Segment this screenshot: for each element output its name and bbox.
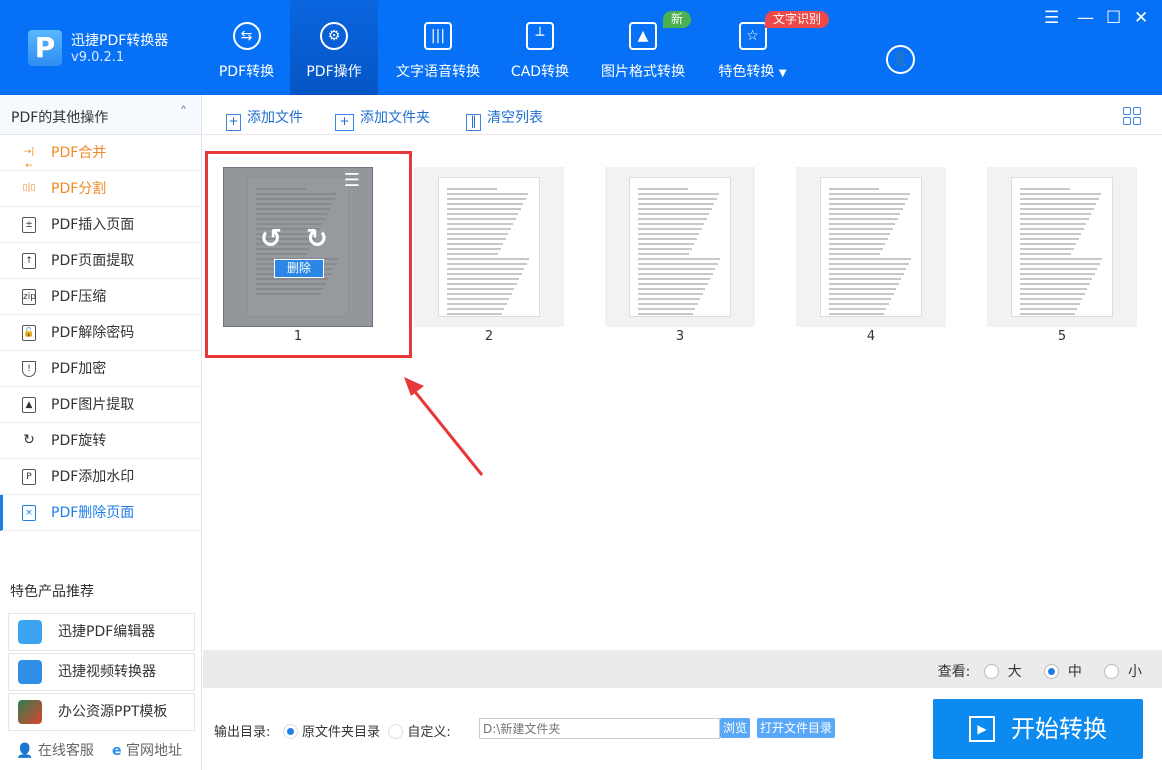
custom-folder-radio[interactable] bbox=[388, 724, 404, 739]
view-small-radio[interactable] bbox=[1104, 664, 1120, 679]
output-path-input[interactable] bbox=[479, 718, 720, 739]
output-dir-row: 输出目录: 原文件夹目录 自定义: bbox=[214, 721, 451, 740]
button-label: 开始转换 bbox=[1011, 715, 1107, 743]
radio-label: 大 bbox=[1007, 664, 1022, 680]
start-convert-button[interactable]: ▶ 开始转换 bbox=[933, 699, 1143, 759]
radio-label: 原文件夹目录 bbox=[301, 725, 380, 740]
radio-label: 自定义: bbox=[407, 725, 451, 740]
output-bar: 输出目录: 原文件夹目录 自定义: 浏览 打开文件目录 ▶ 开始转换 bbox=[203, 688, 1162, 770]
browse-button[interactable]: 浏览 bbox=[720, 718, 751, 738]
view-medium-radio[interactable] bbox=[1043, 664, 1059, 679]
radio-label: 中 bbox=[1067, 664, 1082, 680]
view-label: 查看: bbox=[937, 664, 971, 680]
play-icon: ▶ bbox=[969, 716, 995, 742]
view-size-bar: 查看: 大 中 小 bbox=[203, 650, 1162, 688]
view-large-radio[interactable] bbox=[983, 664, 999, 679]
open-folder-button[interactable]: 打开文件目录 bbox=[757, 718, 836, 738]
output-label: 输出目录: bbox=[214, 725, 271, 740]
view-size-options: 查看: 大 中 小 bbox=[938, 661, 1142, 681]
radio-label: 小 bbox=[1128, 664, 1142, 680]
original-folder-radio[interactable] bbox=[282, 724, 298, 739]
